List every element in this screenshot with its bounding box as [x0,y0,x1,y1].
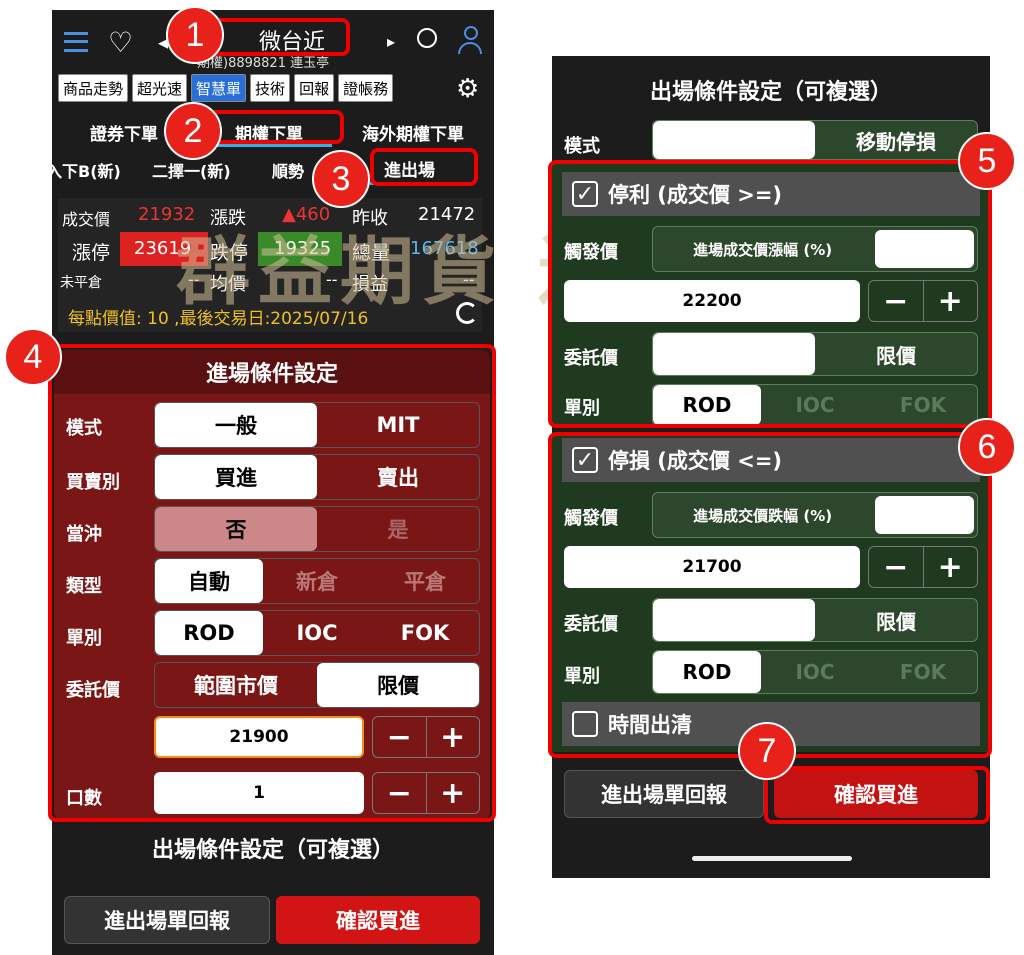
highlight-entry-exit-tab [370,148,478,186]
order-tab-stock[interactable]: 證券下單 [90,120,158,145]
order-tab-futures-underline [202,144,332,147]
user-icon[interactable] [458,26,484,56]
step-badge-6: 6 [958,418,1016,476]
home-indicator [692,856,852,861]
step-badge-7: 7 [738,722,796,780]
report-button[interactable]: 進出場單回報 [64,896,270,944]
step-badge-5: 5 [958,132,1016,190]
exit-mode-clear[interactable]: 出清 [653,121,815,159]
tab-superfast[interactable]: 超光速 [132,74,188,102]
next-arrow-icon[interactable]: ▸ [387,32,395,51]
tab-account[interactable]: 證帳務 [338,74,394,102]
highlight-take-profit [548,160,992,428]
right-report-button[interactable]: 進出場單回報 [564,770,764,818]
heart-icon[interactable]: ♡ [108,26,133,59]
highlight-confirm [764,766,990,824]
right-exit-title: 出場條件設定（可複選） [649,80,892,105]
subtab-b[interactable]: 入下B(新) [46,158,121,182]
step-badge-1: 1 [166,6,224,64]
highlight-title [206,18,350,56]
tab-technical[interactable]: 技術 [250,74,291,102]
highlight-entry-panel [48,344,496,822]
feature-tabs: 商品走勢 超光速 智慧單 技術 回報 證帳務 [58,74,394,102]
exit-mode-trailing[interactable]: 移動停損 [815,121,977,159]
search-icon[interactable] [417,28,437,48]
subtab-trend[interactable]: 順勢 [272,158,304,182]
tab-chart[interactable]: 商品走勢 [58,74,129,102]
gear-icon[interactable]: ⚙ [456,74,479,104]
subtab-oco[interactable]: 二擇一(新) [152,158,231,182]
step-badge-2: 2 [164,102,222,160]
tab-report[interactable]: 回報 [294,74,335,102]
confirm-buy-button[interactable]: 確認買進 [276,896,480,944]
step-badge-3: 3 [312,150,370,208]
tab-smart-order[interactable]: 智慧單 [191,74,247,102]
exit-mode-toggle: 出清 移動停損 [652,120,978,160]
menu-icon[interactable] [64,32,88,52]
exit-section-title[interactable]: 出場條件設定（可複選） [52,832,494,864]
highlight-stop-loss [548,432,992,758]
order-tab-overseas[interactable]: 海外期權下單 [362,120,464,145]
step-badge-4: 4 [4,328,62,386]
